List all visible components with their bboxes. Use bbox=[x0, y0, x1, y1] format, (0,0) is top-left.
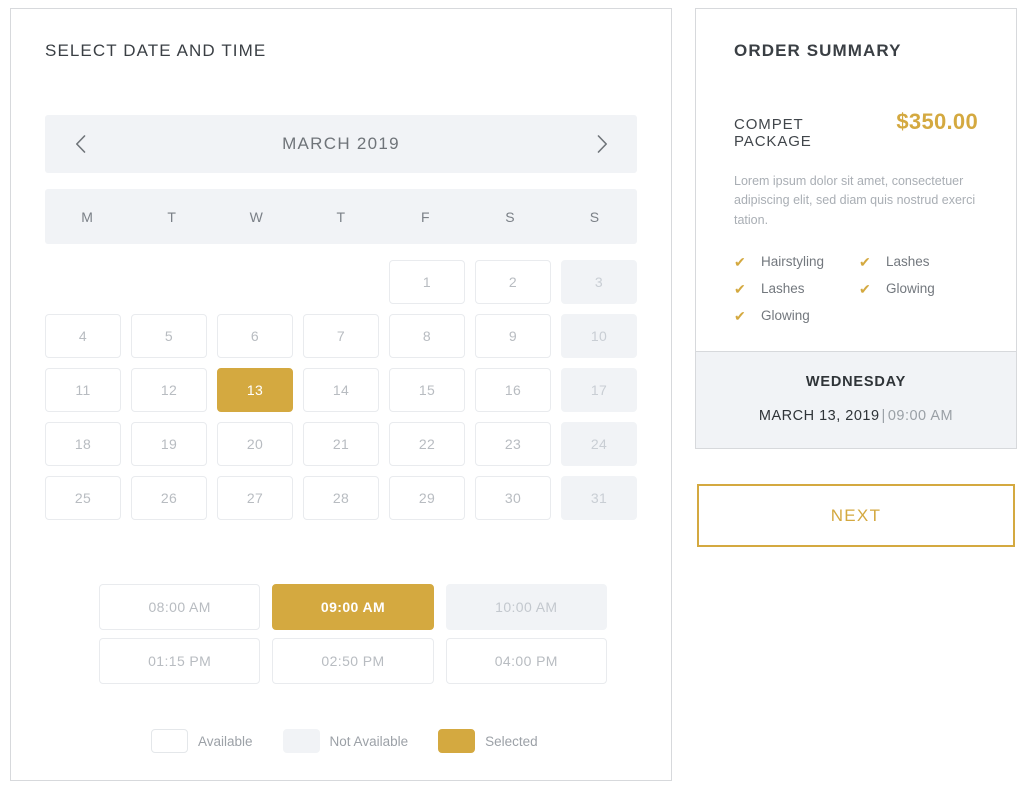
datetime-separator: | bbox=[881, 408, 886, 425]
calendar-day-cell[interactable]: 26 bbox=[131, 476, 207, 520]
check-icon: ✔ bbox=[734, 253, 746, 270]
legend-swatch-unavailable bbox=[282, 729, 320, 753]
calendar-day-cell[interactable]: 27 bbox=[217, 476, 293, 520]
calendar-legend: Available Not Available Selected bbox=[151, 729, 552, 753]
calendar-day-cell: 17 bbox=[561, 368, 637, 412]
check-icon: ✔ bbox=[859, 280, 871, 297]
feature-item: ✔ Hairstyling bbox=[734, 254, 853, 269]
booking-datetime-footer: WEDNESDAY MARCH 13, 2019 | 09:00 AM bbox=[696, 351, 1016, 449]
check-icon: ✔ bbox=[859, 253, 871, 270]
time-slot[interactable]: 01:15 PM bbox=[99, 638, 261, 684]
weekday-cell: S bbox=[589, 208, 600, 225]
order-summary-body: ORDER SUMMARY COMPET PACKAGE $350.00 Lor… bbox=[696, 9, 1016, 351]
package-description: Lorem ipsum dolor sit amet, consectetuer… bbox=[734, 174, 976, 227]
calendar-day-cell[interactable]: 9 bbox=[475, 314, 551, 358]
feature-label: Glowing bbox=[761, 308, 810, 324]
calendar-day-cell[interactable]: 23 bbox=[475, 422, 551, 466]
time-slot[interactable]: 08:00 AM bbox=[99, 584, 261, 630]
month-navigation-bar: MARCH 2019 bbox=[45, 115, 637, 173]
calendar-day-cell[interactable]: 16 bbox=[475, 368, 551, 412]
page-title: SELECT DATE AND TIME bbox=[45, 41, 267, 60]
calendar-day-cell[interactable]: 8 bbox=[389, 314, 465, 358]
booking-time: 09:00 AM bbox=[887, 408, 954, 425]
calendar-day-cell[interactable]: 5 bbox=[131, 314, 207, 358]
calendar-day-cell[interactable]: 13 bbox=[217, 368, 293, 412]
calendar-empty-cell bbox=[131, 260, 207, 304]
month-label: MARCH 2019 bbox=[282, 134, 400, 153]
calendar-day-cell[interactable]: 20 bbox=[217, 422, 293, 466]
chevron-left-icon[interactable] bbox=[67, 131, 93, 157]
calendar-day-cell[interactable]: 7 bbox=[303, 314, 379, 358]
scheduler-panel: SELECT DATE AND TIME MARCH 2019 MTWTFSS … bbox=[10, 8, 672, 781]
booking-date: MARCH 13, 2019 bbox=[758, 408, 880, 425]
package-feature-list: ✔ Hairstyling ✔ Lashes ✔ Lashes ✔ Glowing ✔ Glowi… bbox=[734, 254, 978, 323]
time-slot[interactable]: 04:00 PM bbox=[445, 638, 607, 684]
booking-datetime: MARCH 13, 2019 | 09:00 AM bbox=[716, 408, 996, 424]
calendar-day-cell[interactable]: 11 bbox=[45, 368, 121, 412]
calendar-day-cell[interactable]: 4 bbox=[45, 314, 121, 358]
legend-item: Available bbox=[151, 729, 267, 753]
calendar-empty-cell bbox=[217, 260, 293, 304]
calendar-day-cell[interactable]: 30 bbox=[475, 476, 551, 520]
weekday-cell: S bbox=[505, 208, 516, 225]
feature-label: Lashes bbox=[761, 281, 805, 297]
feature-item: ✔ Glowing bbox=[859, 281, 978, 296]
check-icon: ✔ bbox=[734, 307, 746, 324]
calendar-date-grid: 1 2 3 4 5 6 7 8 9 10 11 12 13 14 15 16 17 18 19 20 21 22 23 24 2… bbox=[45, 255, 637, 525]
time-slot-grid: 08:00 AM 09:00 AM 10:00 AM 01:15 PM 02:50 PM… bbox=[99, 584, 607, 684]
calendar-day-cell[interactable]: 1 bbox=[389, 260, 465, 304]
booking-screen: SELECT DATE AND TIME MARCH 2019 MTWTFSS … bbox=[0, 0, 1024, 789]
order-summary-title: ORDER SUMMARY bbox=[734, 41, 902, 60]
calendar-day-cell: 31 bbox=[561, 476, 637, 520]
calendar-day-cell[interactable]: 14 bbox=[303, 368, 379, 412]
calendar-day-cell[interactable]: 25 bbox=[45, 476, 121, 520]
booking-weekday: WEDNESDAY bbox=[805, 374, 907, 391]
weekday-cell: F bbox=[421, 208, 431, 225]
calendar-empty-cell bbox=[303, 260, 379, 304]
calendar-day-cell[interactable]: 12 bbox=[131, 368, 207, 412]
calendar-day-cell[interactable]: 18 bbox=[45, 422, 121, 466]
legend-swatch-available bbox=[151, 729, 188, 753]
feature-item: ✔ Lashes bbox=[734, 281, 853, 296]
legend-label: Not Available bbox=[329, 733, 409, 749]
weekday-cell: W bbox=[249, 208, 264, 225]
weekday-cell: T bbox=[167, 208, 177, 225]
chevron-right-icon[interactable] bbox=[589, 131, 615, 157]
weekday-cell: T bbox=[336, 208, 346, 225]
package-header: COMPET PACKAGE $350.00 bbox=[734, 109, 978, 150]
check-icon: ✔ bbox=[734, 280, 746, 297]
calendar-day-cell[interactable]: 22 bbox=[389, 422, 465, 466]
calendar-day-cell[interactable]: 28 bbox=[303, 476, 379, 520]
time-slot: 10:00 AM bbox=[445, 584, 607, 630]
legend-item: Selected bbox=[438, 729, 552, 753]
legend-label: Available bbox=[198, 733, 253, 749]
calendar-day-cell[interactable]: 2 bbox=[475, 260, 551, 304]
order-summary-panel: ORDER SUMMARY COMPET PACKAGE $350.00 Lor… bbox=[695, 8, 1017, 450]
legend-item: Not Available bbox=[282, 729, 423, 753]
time-slot[interactable]: 09:00 AM bbox=[272, 584, 434, 630]
calendar-day-cell: 24 bbox=[561, 422, 637, 466]
feature-item: ✔ Glowing bbox=[734, 308, 853, 323]
calendar-day-cell[interactable]: 21 bbox=[303, 422, 379, 466]
feature-label: Glowing bbox=[886, 281, 935, 297]
legend-swatch-selected bbox=[438, 729, 476, 753]
feature-label: Hairstyling bbox=[761, 254, 825, 270]
calendar-day-cell[interactable]: 6 bbox=[217, 314, 293, 358]
calendar-day-cell[interactable]: 19 bbox=[131, 422, 207, 466]
weekday-header-row: MTWTFSS bbox=[45, 189, 637, 244]
time-slot[interactable]: 02:50 PM bbox=[272, 638, 434, 684]
calendar-day-cell[interactable]: 15 bbox=[389, 368, 465, 412]
package-name: COMPET PACKAGE bbox=[734, 116, 812, 150]
next-button[interactable]: NEXT bbox=[697, 484, 1015, 547]
package-price: $350.00 bbox=[896, 109, 978, 134]
calendar-day-cell: 3 bbox=[561, 260, 637, 304]
calendar-empty-cell bbox=[45, 260, 121, 304]
calendar-day-cell: 10 bbox=[561, 314, 637, 358]
feature-label: Lashes bbox=[886, 254, 930, 270]
feature-item: ✔ Lashes bbox=[859, 254, 978, 269]
calendar-day-cell[interactable]: 29 bbox=[389, 476, 465, 520]
weekday-cell: M bbox=[81, 208, 94, 225]
legend-label: Selected bbox=[485, 733, 538, 749]
